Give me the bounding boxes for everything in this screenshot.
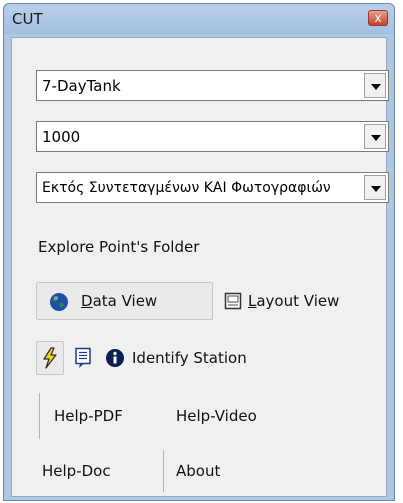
close-icon: x	[374, 11, 382, 25]
layer-select[interactable]: 7-DayTank	[36, 70, 389, 101]
globe-icon	[50, 293, 68, 311]
lightning-icon	[43, 347, 57, 369]
count-select[interactable]: 1000	[36, 121, 389, 152]
separator	[39, 393, 40, 439]
identify-station-button[interactable]: Identify Station	[132, 349, 247, 367]
count-select-dropdown-button[interactable]	[364, 124, 386, 149]
help-video-button[interactable]: Help-Video	[176, 407, 257, 425]
info-icon	[106, 349, 124, 367]
layout-view-button[interactable]: Layout View	[248, 292, 339, 310]
notepad-icon[interactable]	[74, 347, 94, 369]
tool-panel: 7-DayTank 1000 Εκτός Συντεταγμένων ΚΑΙ Φ…	[11, 37, 389, 497]
layout-page-icon	[224, 292, 242, 310]
chevron-down-icon	[371, 135, 381, 141]
layer-select-value: 7-DayTank	[42, 77, 121, 95]
flash-tool-button[interactable]	[36, 341, 64, 375]
window-title: CUT	[12, 10, 43, 28]
title-bar[interactable]: CUT x	[4, 4, 394, 34]
data-view-label: Data View	[81, 292, 158, 310]
explore-folder-link[interactable]: Explore Point's Folder	[38, 238, 199, 256]
separator	[163, 450, 164, 492]
count-select-value: 1000	[42, 128, 81, 146]
help-pdf-button[interactable]: Help-PDF	[54, 407, 123, 425]
close-button[interactable]: x	[368, 10, 388, 26]
filter-select[interactable]: Εκτός Συντεταγμένων ΚΑΙ Φωτογραφιών	[36, 172, 389, 203]
chevron-down-icon	[371, 186, 381, 192]
layer-select-dropdown-button[interactable]	[364, 73, 386, 98]
help-doc-button[interactable]: Help-Doc	[42, 462, 111, 480]
cut-window: CUT x 7-DayTank 1000 Εκτός Συντεταγμένων…	[3, 3, 395, 501]
filter-select-dropdown-button[interactable]	[364, 175, 386, 200]
chevron-down-icon	[371, 84, 381, 90]
about-button[interactable]: About	[176, 462, 220, 480]
data-view-button[interactable]: Data View	[36, 282, 213, 320]
filter-select-value: Εκτός Συντεταγμένων ΚΑΙ Φωτογραφιών	[42, 180, 331, 196]
